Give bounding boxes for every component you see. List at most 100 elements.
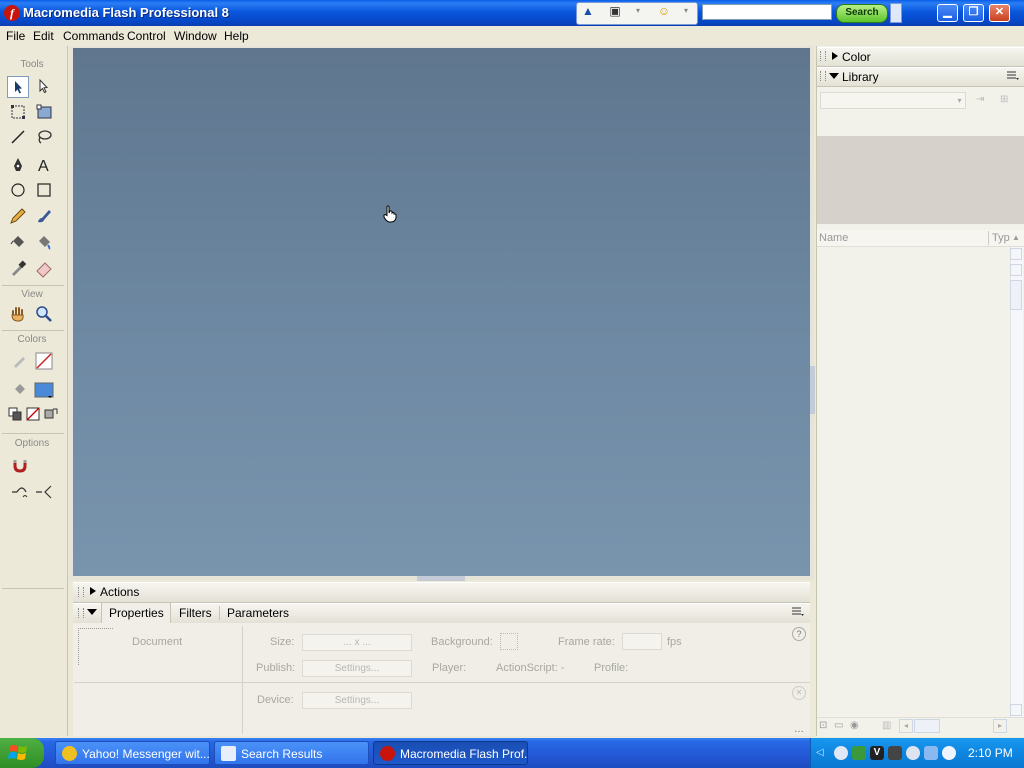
clock[interactable]: 2:10 PM <box>968 746 1013 760</box>
color-panel-title[interactable]: Color <box>842 50 871 64</box>
pen-tool[interactable] <box>7 154 29 176</box>
horizontal-scroll-thumb[interactable] <box>914 719 940 733</box>
eraser-tool[interactable] <box>33 257 55 279</box>
device-settings-button[interactable]: Settings... <box>302 692 412 709</box>
panel-grip-icon[interactable] <box>78 608 84 618</box>
type-column-header[interactable]: Typ <box>992 232 1010 244</box>
swap-colors-button[interactable] <box>42 405 60 423</box>
sort-arrow-icon[interactable]: ▲ <box>1012 233 1020 242</box>
menu-help[interactable]: Help <box>224 29 249 43</box>
toolbar-search-button[interactable]: Search <box>836 4 888 23</box>
menu-window[interactable]: Window <box>174 29 217 43</box>
trash-icon[interactable]: ▥ <box>882 720 891 731</box>
tray-v-icon[interactable]: V <box>870 746 884 760</box>
toolbar-scroll-icon[interactable] <box>890 3 902 23</box>
tab-properties-label[interactable]: Properties <box>109 606 164 620</box>
wide-state-icon[interactable] <box>1010 264 1022 276</box>
properties-icon[interactable]: ◉ <box>850 720 859 731</box>
background-color-swatch[interactable] <box>500 633 518 650</box>
size-button[interactable]: ... x ... <box>302 634 412 651</box>
library-panel-title[interactable]: Library <box>842 70 879 84</box>
free-transform-tool[interactable] <box>7 101 29 123</box>
frame-rate-input[interactable] <box>622 633 662 650</box>
toolbar-search-input[interactable] <box>702 4 832 20</box>
minimize-button[interactable]: ▁ <box>937 4 958 22</box>
restore-button[interactable]: ❐ <box>963 4 984 22</box>
flash-app-icon[interactable]: f <box>4 5 20 21</box>
snap-to-objects-button[interactable] <box>9 454 31 476</box>
actions-panel-header[interactable] <box>73 582 810 603</box>
eyedropper-tool[interactable] <box>7 257 29 279</box>
line-tool[interactable] <box>7 126 29 148</box>
ink-bottle-tool[interactable] <box>7 231 29 253</box>
black-white-button[interactable] <box>6 405 24 423</box>
device-info-icon[interactable]: ✕ <box>792 686 806 700</box>
tab-filters[interactable]: Filters <box>179 606 212 620</box>
start-button[interactable] <box>0 738 44 768</box>
text-tool[interactable]: A <box>33 154 55 176</box>
scroll-right-button[interactable]: ▸ <box>993 719 1007 733</box>
yahoo-anchor-icon[interactable]: ▲ <box>580 4 596 18</box>
messenger-tray-icon[interactable] <box>906 746 920 760</box>
network-icon[interactable] <box>834 746 848 760</box>
taskbar-item-flash[interactable]: Macromedia Flash Prof... <box>373 741 528 765</box>
panel-options-icon[interactable] <box>1007 71 1019 81</box>
publish-settings-button[interactable]: Settings... <box>302 660 412 677</box>
zoom-tool[interactable] <box>33 303 55 325</box>
fill-color-tool[interactable] <box>9 379 31 401</box>
panel-grip-icon[interactable] <box>78 587 84 597</box>
menu-file[interactable]: File <box>6 29 25 43</box>
rectangle-tool[interactable] <box>33 179 55 201</box>
pencil-tool[interactable] <box>7 205 29 227</box>
subselection-tool[interactable] <box>33 76 55 98</box>
panel-collapse-handle[interactable] <box>417 576 465 581</box>
security-icon[interactable] <box>852 746 866 760</box>
collapse-triangle-icon[interactable] <box>87 609 97 615</box>
stage[interactable] <box>73 48 810 576</box>
taskbar-item-search-results[interactable]: Search Results <box>214 741 369 765</box>
menu-commands[interactable]: Commands <box>63 29 124 43</box>
no-color-button[interactable] <box>24 405 42 423</box>
stroke-color-swatch[interactable] <box>33 350 55 372</box>
lasso-tool[interactable] <box>33 126 55 148</box>
name-column-header[interactable]: Name <box>819 232 848 244</box>
sync-icon[interactable] <box>942 746 956 760</box>
smooth-button[interactable] <box>9 480 31 502</box>
sort-order-icon[interactable] <box>1010 248 1022 260</box>
expand-triangle-icon[interactable] <box>832 52 838 60</box>
new-library-panel-icon[interactable]: ⊞ <box>1000 94 1016 106</box>
collapse-triangle-icon[interactable] <box>829 73 839 79</box>
tab-parameters[interactable]: Parameters <box>227 606 289 620</box>
library-scrollbar[interactable] <box>1010 247 1023 717</box>
expand-triangle-icon[interactable] <box>90 587 96 595</box>
new-folder-icon[interactable]: ▭ <box>834 720 843 731</box>
new-symbol-icon[interactable]: ⊡ <box>819 720 827 731</box>
help-icon[interactable]: ? <box>792 627 806 641</box>
fill-transform-tool[interactable] <box>33 101 55 123</box>
chevron-down-icon[interactable]: ▾ <box>954 93 965 108</box>
chevron-down-icon[interactable]: ▾ <box>630 4 646 18</box>
scroll-left-button[interactable]: ◂ <box>899 719 913 733</box>
stroke-color-tool[interactable] <box>9 350 31 372</box>
resize-grip-icon[interactable]: … <box>794 724 804 735</box>
pin-library-icon[interactable]: ⇥ <box>976 94 990 106</box>
actions-panel-title[interactable]: Actions <box>100 585 139 599</box>
close-button[interactable]: ✕ <box>989 4 1010 22</box>
tray-app-icon[interactable] <box>888 746 902 760</box>
scroll-thumb[interactable] <box>1010 280 1022 310</box>
hand-tool[interactable] <box>7 303 29 325</box>
paint-bucket-tool[interactable] <box>33 231 55 253</box>
brush-tool[interactable] <box>33 205 55 227</box>
selection-tool[interactable] <box>7 76 29 98</box>
messenger-toolbar-icon[interactable]: ▣ <box>607 4 623 18</box>
panel-collapse-handle[interactable] <box>810 366 815 414</box>
panel-grip-icon[interactable] <box>820 51 826 61</box>
yahoo-messenger-icon[interactable]: ☺ <box>656 4 672 18</box>
show-hidden-icons-button[interactable]: ◁ <box>816 747 824 758</box>
straighten-button[interactable] <box>33 480 55 502</box>
chevron-down-icon[interactable]: ▾ <box>678 4 694 18</box>
menu-edit[interactable]: Edit <box>33 29 54 43</box>
oval-tool[interactable] <box>7 179 29 201</box>
panel-options-icon[interactable] <box>792 607 804 617</box>
fill-color-swatch[interactable] <box>33 379 55 401</box>
